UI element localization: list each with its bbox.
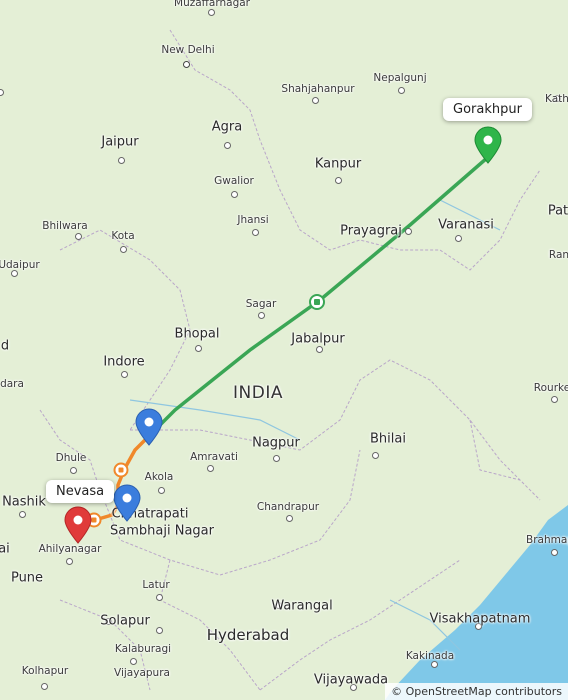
city-dot <box>230 190 238 198</box>
city-dot <box>251 228 259 236</box>
city-dot <box>223 141 231 149</box>
city-label-warangal: Warangal <box>271 598 333 614</box>
city-label-kota: Kota <box>111 230 135 242</box>
city-dot <box>120 370 128 378</box>
city-label-ahmedabad-partial: d <box>0 338 10 354</box>
city-label-varanasi: Varanasi <box>438 217 494 233</box>
city-label-jabalpur: Jabalpur <box>291 331 345 347</box>
city-dot <box>285 514 293 522</box>
city-label-solapur: Solapur <box>100 613 150 629</box>
city-label-nashik: Nashik <box>2 494 46 510</box>
city-label-kolhapur: Kolhapur <box>21 665 69 677</box>
city-dot <box>257 311 265 319</box>
city-label-chandrapur: Chandrapur <box>256 501 320 513</box>
city-label-amravati: Amravati <box>190 451 238 463</box>
city-label-sambhaji-nagar: Sambhaji Nagar <box>110 523 214 539</box>
city-dot <box>155 593 163 601</box>
city-label-kathmandu-partial: Kath <box>545 93 568 105</box>
city-label-jhansi: Jhansi <box>237 214 269 226</box>
city-label-gwalior: Gwalior <box>214 175 254 187</box>
city-dot <box>404 227 412 235</box>
city-label-indore: Indore <box>103 354 145 370</box>
city-dot <box>119 245 127 253</box>
city-label-kakinada: Kakinada <box>405 650 455 662</box>
city-dot <box>397 86 405 94</box>
city-label-nepalgunj: Nepalgunj <box>373 72 427 84</box>
end-marker-pin[interactable] <box>63 506 93 544</box>
city-label-latur: Latur <box>142 579 170 591</box>
city-label-kalaburagi: Kalaburagi <box>114 643 172 655</box>
city-label-vijayapura: Vijayapura <box>114 667 170 679</box>
city-dot <box>182 60 190 68</box>
city-dot <box>155 626 163 634</box>
city-dot <box>0 88 4 96</box>
city-dot <box>74 232 82 240</box>
city-dot <box>311 96 319 104</box>
city-label-shahjahanpur: Shahjahanpur <box>281 83 355 95</box>
via-marker-pin-2[interactable] <box>112 484 142 522</box>
city-dot <box>65 557 73 565</box>
city-label-prayagraj: Prayagraj <box>340 223 402 239</box>
city-label-ahilyanagar: Ahilyanagar <box>38 543 102 555</box>
city-dot <box>207 8 215 16</box>
city-label-pune: Pune <box>10 570 44 586</box>
city-label-hyderabad: Hyderabad <box>206 626 290 644</box>
city-label-mumbai-partial: ai <box>0 541 10 557</box>
city-label-nagpur: Nagpur <box>252 435 300 451</box>
city-dot <box>550 548 558 556</box>
start-marker-pin[interactable] <box>473 126 503 164</box>
city-label-agra: Agra <box>211 119 243 135</box>
city-label-vadodara-partial: dara <box>0 378 24 390</box>
city-dot <box>129 657 137 665</box>
city-label-new-delhi: New Delhi <box>161 44 215 56</box>
route-badge-orange-1 <box>113 462 129 478</box>
city-label-udaipur: Udaipur <box>0 259 40 271</box>
city-dot <box>194 344 202 352</box>
map-canvas[interactable]: Muzaffarnagar New Delhi Shahjahanpur Nep… <box>0 0 568 700</box>
city-dot <box>157 486 165 494</box>
city-label-bhilwara: Bhilwara <box>42 220 88 232</box>
country-label: INDIA <box>233 383 283 403</box>
city-dot <box>454 234 462 242</box>
city-label-visakhapatnam: Visakhapatnam <box>429 611 531 627</box>
city-dot <box>371 451 379 459</box>
city-dot <box>334 176 342 184</box>
city-label-jaipur: Jaipur <box>101 134 139 150</box>
city-label-akola: Akola <box>144 471 174 483</box>
city-label-dhule: Dhule <box>55 452 87 464</box>
city-label-sagar: Sagar <box>245 298 277 310</box>
city-dot <box>117 156 125 164</box>
city-dot <box>550 395 558 403</box>
start-pin-label[interactable]: Gorakhpur <box>443 98 532 121</box>
end-pin-label[interactable]: Nevasa <box>46 480 115 503</box>
via-marker-pin-1[interactable] <box>134 408 164 446</box>
city-label-bhopal: Bhopal <box>174 326 220 342</box>
map-attribution[interactable]: © OpenStreetMap contributors <box>385 683 568 700</box>
city-label-ranchi-partial: Ran <box>548 249 568 261</box>
city-label-muzaffarnagar: Muzaffarnagar <box>174 0 250 9</box>
city-dot <box>18 510 26 518</box>
city-label-kanpur: Kanpur <box>314 156 362 172</box>
city-dot <box>69 466 77 474</box>
city-dot <box>40 682 48 690</box>
city-dot <box>315 345 323 353</box>
city-label-rourkela: Rourke <box>533 382 568 394</box>
city-dot <box>272 454 280 462</box>
rivers <box>129 199 501 651</box>
city-label-patna-partial: Pat <box>547 203 568 219</box>
city-label-vijayawada: Vijayawada <box>313 672 389 688</box>
route-badge-green <box>309 294 325 310</box>
city-label-bhilai: Bhilai <box>370 431 406 447</box>
city-label-brahmapur: Brahmap <box>526 534 568 546</box>
city-dot <box>206 464 214 472</box>
